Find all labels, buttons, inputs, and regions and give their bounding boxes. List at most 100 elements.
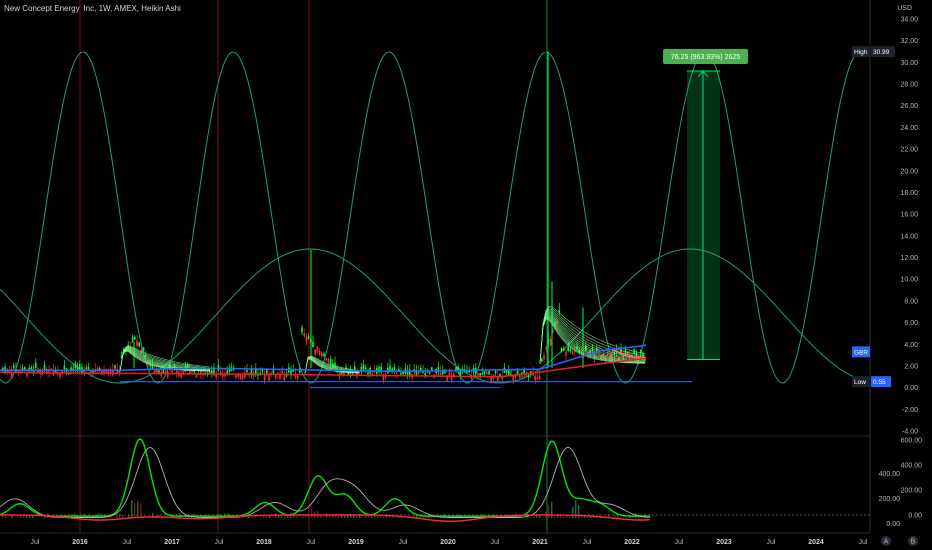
candle-body bbox=[10, 372, 13, 379]
volume-bar bbox=[533, 516, 535, 518]
candle-body bbox=[131, 337, 134, 343]
volume-bar bbox=[308, 513, 310, 518]
x-tick-label: Jul bbox=[31, 539, 40, 546]
volume-bar bbox=[269, 515, 271, 518]
volume-bar bbox=[311, 507, 313, 518]
candle-body bbox=[138, 342, 140, 347]
volume-bar bbox=[371, 515, 373, 518]
footer-buttons: AB bbox=[881, 536, 918, 546]
fast-cycle-curve bbox=[82, 51, 234, 384]
x-tick-label: 2020 bbox=[440, 539, 456, 546]
candle-body bbox=[323, 353, 325, 357]
osc-tick-label: 400.00 bbox=[879, 471, 901, 478]
volume-bar bbox=[251, 516, 253, 518]
y-tick-label: 0.00 bbox=[904, 385, 918, 392]
volume-bar bbox=[344, 516, 346, 518]
candle-body bbox=[114, 365, 116, 369]
candle-body bbox=[563, 348, 565, 351]
candle-body bbox=[488, 371, 490, 375]
x-tick-label: Jul bbox=[307, 539, 316, 546]
candle-body bbox=[538, 376, 541, 379]
volume-bar bbox=[302, 517, 304, 518]
candle-body bbox=[301, 327, 303, 333]
candle-body bbox=[477, 373, 479, 376]
volume-bar bbox=[383, 516, 385, 518]
y-tick-label: 6.00 bbox=[904, 320, 918, 327]
high-badge-label: High bbox=[854, 49, 868, 56]
cycle-markers bbox=[79, 0, 548, 533]
candle-body bbox=[325, 358, 327, 361]
x-tick-label: Jul bbox=[215, 539, 224, 546]
candle-body bbox=[527, 375, 530, 378]
candle-body bbox=[79, 364, 81, 371]
x-tick-label: Jul bbox=[675, 539, 684, 546]
candle-body bbox=[494, 371, 497, 374]
time-axis: Jul 2016 Jul 2017 Jul 2018 Jul 2019 Jul 2020 Jul 20… bbox=[31, 539, 868, 546]
candle-body bbox=[85, 367, 88, 370]
volume-bar bbox=[134, 503, 136, 518]
candle-body bbox=[365, 367, 367, 370]
volume-bar bbox=[140, 503, 142, 518]
candle-body bbox=[545, 347, 547, 350]
candle-body bbox=[483, 371, 486, 374]
y-tick-label: 8.00 bbox=[904, 298, 918, 305]
y-tick-label: 2.00 bbox=[904, 363, 918, 370]
candle-body bbox=[543, 355, 545, 360]
fast-cycle-curve bbox=[704, 51, 860, 384]
y-tick-label: 34.00 bbox=[900, 17, 918, 24]
y-tick-label: 30.00 bbox=[900, 60, 918, 67]
candle-body bbox=[87, 367, 90, 370]
candle-body bbox=[560, 348, 563, 352]
y-tick-label: 32.00 bbox=[900, 38, 918, 45]
candle-body bbox=[512, 375, 514, 382]
y-tick-label: 10.00 bbox=[900, 277, 918, 284]
candle-body bbox=[134, 336, 136, 340]
volume-bar bbox=[542, 517, 544, 518]
volume-bar bbox=[281, 515, 283, 518]
candle-body bbox=[534, 375, 536, 381]
volume-bar bbox=[530, 517, 532, 518]
candle-body bbox=[239, 374, 242, 380]
osc-tick-label: 600.00 bbox=[901, 438, 923, 445]
candle-body bbox=[303, 333, 305, 336]
x-tick-label: 2024 bbox=[808, 539, 824, 546]
volume-bar bbox=[395, 517, 397, 518]
volume-bar bbox=[284, 516, 286, 518]
candle-body bbox=[505, 370, 508, 373]
oscillator-pane bbox=[0, 437, 870, 523]
osc-tick-label: 200.00 bbox=[879, 496, 901, 503]
volume-bar bbox=[623, 516, 625, 518]
osc-tick-label: 200.00 bbox=[901, 488, 923, 495]
volume-bar bbox=[569, 516, 571, 518]
fast-cycle-curve bbox=[545, 51, 706, 384]
candle-body bbox=[296, 376, 299, 379]
candle-body bbox=[367, 372, 369, 375]
candle-body bbox=[387, 367, 389, 374]
candle-body bbox=[389, 365, 391, 371]
candle-body bbox=[74, 363, 77, 369]
volume-bar bbox=[137, 501, 139, 518]
y-tick-label: 22.00 bbox=[900, 147, 918, 154]
y-tick-label: 4.00 bbox=[904, 342, 918, 349]
y-tick-label: 14.00 bbox=[900, 233, 918, 240]
y-tick-label: 18.00 bbox=[900, 190, 918, 197]
candle-body bbox=[24, 367, 26, 370]
fast-cycle-curve bbox=[388, 51, 546, 384]
gbr-badge: GBR bbox=[854, 349, 868, 356]
candle-body bbox=[431, 367, 433, 371]
currency-label: USD bbox=[897, 5, 912, 12]
y-tick-label: 16.00 bbox=[900, 212, 918, 219]
candle-body bbox=[428, 372, 431, 375]
candle-body bbox=[536, 377, 539, 380]
osc-tick-label: 400.00 bbox=[901, 463, 923, 470]
footer-button-label[interactable]: B bbox=[911, 539, 916, 546]
candle-body bbox=[329, 358, 332, 365]
x-tick-label: Jul bbox=[859, 539, 868, 546]
price-chart[interactable]: 76.25 (963.93%) 2625 USD 34.00 32.00 30.00 2… bbox=[0, 0, 932, 550]
candle-body bbox=[307, 336, 310, 340]
footer-button-label[interactable]: A bbox=[884, 539, 889, 546]
candle-body bbox=[481, 372, 484, 375]
candle-body bbox=[274, 375, 277, 378]
x-tick-label: 2021 bbox=[532, 539, 548, 546]
candle-body bbox=[318, 350, 321, 355]
